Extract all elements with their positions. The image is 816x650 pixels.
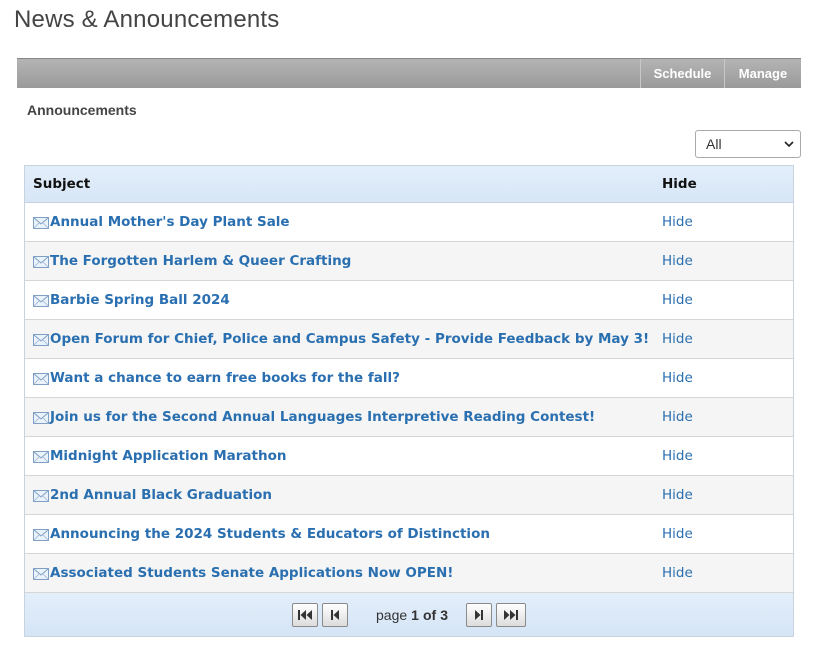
hide-cell: Hide [654, 565, 793, 581]
hide-link[interactable]: Hide [662, 526, 693, 542]
chevron-down-icon [784, 141, 794, 148]
announcement-link[interactable]: Annual Mother's Day Plant Sale [50, 214, 290, 230]
table-row: Associated Students Senate Applications … [25, 554, 793, 593]
total-pages: 3 [440, 606, 448, 623]
column-header-subject[interactable]: Subject [25, 176, 654, 192]
subject-cell: Open Forum for Chief, Police and Campus … [25, 331, 654, 347]
previous-page-button[interactable] [322, 602, 349, 627]
table-row: Annual Mother's Day Plant Sale Hide [25, 203, 793, 242]
subject-cell: Barbie Spring Ball 2024 [25, 292, 654, 308]
table-row: Midnight Application Marathon Hide [25, 437, 793, 476]
envelope-icon [33, 568, 49, 580]
page-word: page [376, 606, 408, 623]
hide-link[interactable]: Hide [662, 487, 693, 503]
envelope-icon [33, 295, 49, 307]
filter-select[interactable]: All [695, 130, 801, 158]
envelope-icon [33, 334, 49, 346]
previous-page-icon [331, 609, 340, 620]
table-row: Join us for the Second Annual Languages … [25, 398, 793, 437]
subject-cell: The Forgotten Harlem & Queer Crafting [25, 253, 654, 269]
toolbar-buttons: Schedule Manage [640, 59, 801, 89]
hide-link[interactable]: Hide [662, 253, 693, 269]
announcements-grid: Subject Hide Annual Mother's Day Plant S… [24, 165, 794, 637]
next-page-button[interactable] [465, 602, 492, 627]
announcement-link[interactable]: Open Forum for Chief, Police and Campus … [50, 331, 649, 347]
envelope-icon [33, 256, 49, 268]
first-page-icon [298, 609, 313, 620]
grid-header: Subject Hide [25, 166, 793, 203]
toolbar: Schedule Manage [17, 58, 801, 88]
subject-cell: Associated Students Senate Applications … [25, 565, 654, 581]
schedule-button[interactable]: Schedule [640, 59, 724, 88]
envelope-icon [33, 217, 49, 229]
page-indicator: page 1 of 3 [376, 607, 448, 623]
announcement-link[interactable]: Midnight Application Marathon [50, 448, 286, 464]
envelope-icon [33, 412, 49, 424]
page: News & Announcements Schedule Manage Ann… [0, 0, 816, 650]
hide-cell: Hide [654, 214, 793, 230]
announcement-link[interactable]: Associated Students Senate Applications … [50, 565, 453, 581]
hide-cell: Hide [654, 448, 793, 464]
subject-cell: 2nd Annual Black Graduation [25, 487, 654, 503]
hide-cell: Hide [654, 331, 793, 347]
hide-link[interactable]: Hide [662, 448, 693, 464]
announcement-link[interactable]: 2nd Annual Black Graduation [50, 487, 272, 503]
subject-cell: Annual Mother's Day Plant Sale [25, 214, 654, 230]
announcement-link[interactable]: Join us for the Second Annual Languages … [50, 409, 595, 425]
envelope-icon [33, 529, 49, 541]
hide-cell: Hide [654, 292, 793, 308]
table-row: The Forgotten Harlem & Queer Crafting Hid… [25, 242, 793, 281]
table-row: Announcing the 2024 Students & Educators… [25, 515, 793, 554]
hide-cell: Hide [654, 370, 793, 386]
envelope-icon [33, 451, 49, 463]
subject-cell: Announcing the 2024 Students & Educators… [25, 526, 654, 542]
of-word: of [422, 606, 437, 623]
hide-cell: Hide [654, 487, 793, 503]
last-page-icon [503, 609, 518, 620]
subject-cell: Want a chance to earn free books for the… [25, 370, 654, 386]
hide-link[interactable]: Hide [662, 409, 693, 425]
table-row: Open Forum for Chief, Police and Campus … [25, 320, 793, 359]
hide-link[interactable]: Hide [662, 370, 693, 386]
table-row: Barbie Spring Ball 2024 Hide [25, 281, 793, 320]
section-label: Announcements [27, 102, 137, 118]
page-title: News & Announcements [14, 6, 280, 33]
hide-cell: Hide [654, 409, 793, 425]
column-header-hide: Hide [662, 176, 697, 192]
first-page-button[interactable] [292, 602, 319, 627]
hide-cell: Hide [654, 526, 793, 542]
subject-cell: Midnight Application Marathon [25, 448, 654, 464]
table-row: 2nd Annual Black Graduation Hide [25, 476, 793, 515]
hide-link[interactable]: Hide [662, 331, 693, 347]
hide-link[interactable]: Hide [662, 214, 693, 230]
pager: page 1 of 3 [25, 593, 793, 636]
hide-link[interactable]: Hide [662, 565, 693, 581]
envelope-icon [33, 490, 49, 502]
filter-selected-value: All [706, 136, 722, 152]
manage-button[interactable]: Manage [724, 59, 801, 88]
hide-link[interactable]: Hide [662, 292, 693, 308]
current-page: 1 [411, 606, 419, 623]
announcement-link[interactable]: Barbie Spring Ball 2024 [50, 292, 230, 308]
grid-rows: Annual Mother's Day Plant Sale Hide The Fo… [25, 203, 793, 593]
hide-cell: Hide [654, 253, 793, 269]
next-page-icon [474, 609, 483, 620]
last-page-button[interactable] [495, 602, 526, 627]
announcement-link[interactable]: The Forgotten Harlem & Queer Crafting [50, 253, 351, 269]
table-row: Want a chance to earn free books for the… [25, 359, 793, 398]
subject-cell: Join us for the Second Annual Languages … [25, 409, 654, 425]
announcement-link[interactable]: Announcing the 2024 Students & Educators… [50, 526, 490, 542]
announcement-link[interactable]: Want a chance to earn free books for the… [50, 370, 400, 386]
envelope-icon [33, 373, 49, 385]
